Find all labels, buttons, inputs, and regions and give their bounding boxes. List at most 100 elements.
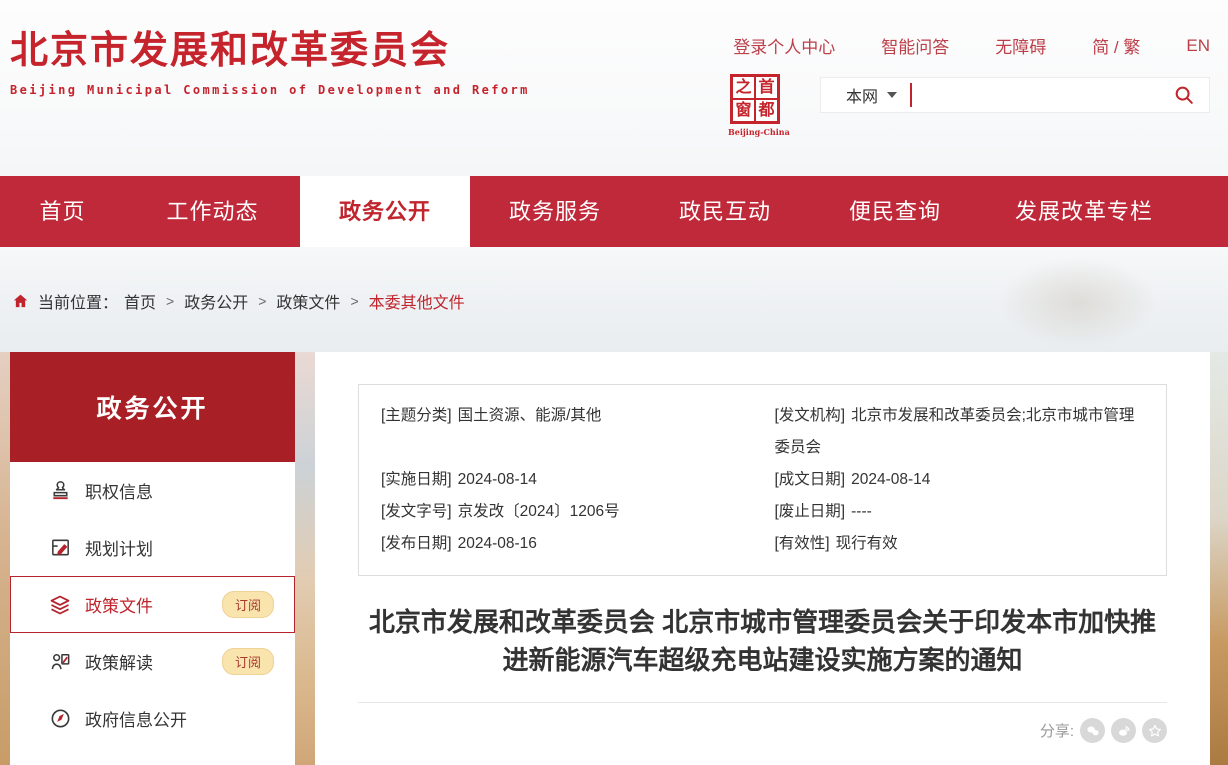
meta-value: 2024-08-16: [458, 535, 537, 552]
accessibility-link[interactable]: 无障碍: [995, 33, 1046, 58]
share-wechat-button[interactable]: [1080, 718, 1105, 743]
seal-char: 之: [732, 76, 755, 99]
meta-row: [发文机构]北京市发展和改革委员会;北京市城市管理委员会: [775, 400, 1145, 464]
search-input[interactable]: [912, 80, 1173, 110]
breadcrumb-prefix: 当前位置：: [38, 289, 118, 313]
plan-edit-icon: [47, 535, 73, 561]
sidebar-item-policy-interpretation[interactable]: 政策解读 订阅: [10, 633, 295, 690]
search-scope-label: 本网: [846, 83, 878, 107]
meta-label: [主题分类]: [381, 407, 452, 424]
sidebar-item-authority-info[interactable]: 职权信息: [10, 462, 295, 519]
breadcrumb-separator: >: [258, 293, 266, 309]
meta-label: [发文机构]: [775, 407, 846, 424]
background-pagoda-art: [998, 257, 1158, 347]
sidebar-item-label: 政策文件: [85, 592, 153, 617]
login-link[interactable]: 登录个人中心: [733, 33, 835, 58]
main-nav: 首页 工作动态 政务公开 政务服务 政民互动 便民查询 发展改革专栏: [0, 176, 1228, 247]
share-row: 分享:: [315, 718, 1167, 743]
meta-label: [实施日期]: [381, 471, 452, 488]
breadcrumb-policy-files[interactable]: 政策文件: [276, 289, 340, 313]
share-label: 分享:: [1040, 720, 1074, 741]
breadcrumb-separator: >: [350, 293, 358, 309]
nav-item-gov-disclosure[interactable]: 政务公开: [300, 176, 470, 247]
breadcrumb-separator: >: [166, 293, 174, 309]
title-divider: [358, 702, 1167, 703]
sidebar-item-label: 规划计划: [85, 535, 153, 560]
home-icon: [12, 293, 29, 309]
meta-value: 2024-08-14: [458, 471, 537, 488]
meta-label: [有效性]: [775, 535, 830, 552]
utility-links: 登录个人中心 智能问答 无障碍 简 / 繁 EN: [733, 33, 1210, 58]
meta-label: [发文字号]: [381, 503, 452, 520]
meta-value: 现行有效: [836, 535, 898, 552]
subscribe-badge[interactable]: 订阅: [222, 591, 274, 618]
article-title: 北京市发展和改革委员会 北京市城市管理委员会关于印发本市加快推进新能源汽车超级充…: [360, 603, 1165, 679]
background-art-right: [1210, 352, 1228, 765]
sidebar-item-planning[interactable]: 规划计划: [10, 519, 295, 576]
share-weibo-button[interactable]: [1111, 718, 1136, 743]
site-header: 北京市发展和改革委员会 Beijing Municipal Commission…: [0, 0, 1228, 176]
search-bar: 本网: [820, 77, 1210, 113]
seal-grid: 之 首 窗 都: [730, 74, 780, 124]
seal-char: 都: [755, 99, 778, 122]
sidebar-item-label: 政府信息公开: [85, 706, 187, 731]
content-area: 政务公开 职权信息: [0, 352, 1228, 765]
seal-char: 首: [755, 76, 778, 99]
meta-value: 京发改〔2024〕1206号: [458, 503, 620, 520]
share-favorite-button[interactable]: [1142, 718, 1167, 743]
document-meta-box: [主题分类]国土资源、能源/其他 [实施日期] 2024-08-14 [发文字号]…: [358, 384, 1167, 576]
sidebar-item-policy-files[interactable]: 政策文件 订阅: [10, 576, 295, 633]
nav-item-home[interactable]: 首页: [0, 176, 125, 247]
seal-caption: Beijing-China: [728, 127, 782, 137]
site-title: 北京市发展和改革委员会: [10, 28, 530, 74]
breadcrumb-gov-disclosure[interactable]: 政务公开: [184, 289, 248, 313]
article-panel: [主题分类]国土资源、能源/其他 [实施日期] 2024-08-14 [发文字号]…: [315, 352, 1210, 765]
site-subtitle: Beijing Municipal Commission of Developm…: [10, 83, 530, 97]
simplified-traditional-toggle[interactable]: 简 / 繁: [1092, 33, 1140, 58]
nav-item-public-interaction[interactable]: 政民互动: [640, 176, 810, 247]
page: 北京市发展和改革委员会 Beijing Municipal Commission…: [0, 0, 1228, 765]
meta-value: ----: [851, 503, 872, 520]
nav-item-convenient-query[interactable]: 便民查询: [810, 176, 980, 247]
sidebar-item-gov-info-disclosure[interactable]: 政府信息公开: [10, 690, 295, 747]
meta-row: [主题分类]国土资源、能源/其他: [381, 400, 751, 464]
smart-qa-link[interactable]: 智能问答: [881, 33, 949, 58]
meta-column-right: [发文机构]北京市发展和改革委员会;北京市城市管理委员会 [成文日期] 2024-…: [763, 400, 1157, 560]
compass-icon: [47, 706, 73, 732]
beijing-china-seal-logo[interactable]: 之 首 窗 都 Beijing-China: [728, 74, 782, 137]
english-link[interactable]: EN: [1186, 36, 1210, 56]
interpretation-icon: [47, 649, 73, 675]
meta-value: 2024-08-14: [851, 471, 930, 488]
search-icon: [1173, 84, 1195, 106]
nav-item-work-news[interactable]: 工作动态: [125, 176, 300, 247]
stamp-icon: [47, 478, 73, 504]
breadcrumb-current[interactable]: 本委其他文件: [369, 289, 465, 313]
meta-row: [废止日期] ----: [775, 496, 1145, 528]
meta-label: [发布日期]: [381, 535, 452, 552]
meta-row: [发文字号] 京发改〔2024〕1206号: [381, 496, 751, 528]
meta-row: [发布日期] 2024-08-16: [381, 528, 751, 560]
chevron-down-icon: [887, 92, 897, 98]
search-button[interactable]: [1173, 84, 1195, 106]
sidebar: 政务公开 职权信息: [10, 352, 295, 765]
site-logo[interactable]: 北京市发展和改革委员会 Beijing Municipal Commission…: [10, 28, 530, 97]
search-scope-dropdown[interactable]: 本网: [846, 83, 897, 107]
wechat-icon: [1085, 723, 1101, 739]
breadcrumb-strip: 当前位置： 首页 > 政务公开 > 政策文件 > 本委其他文件: [0, 247, 1228, 352]
meta-label: [成文日期]: [775, 471, 846, 488]
weibo-icon: [1116, 723, 1132, 739]
subscribe-badge[interactable]: 订阅: [222, 648, 274, 675]
meta-label: [废止日期]: [775, 503, 846, 520]
breadcrumb: 当前位置： 首页 > 政务公开 > 政策文件 > 本委其他文件: [12, 289, 465, 313]
meta-row: [实施日期] 2024-08-14: [381, 464, 751, 496]
nav-item-reform-special[interactable]: 发展改革专栏: [980, 176, 1188, 247]
sidebar-title[interactable]: 政务公开: [10, 352, 295, 462]
breadcrumb-home[interactable]: 首页: [124, 289, 156, 313]
star-icon: [1147, 723, 1163, 739]
sidebar-item-partial[interactable]: [10, 747, 295, 765]
meta-column-left: [主题分类]国土资源、能源/其他 [实施日期] 2024-08-14 [发文字号]…: [369, 400, 763, 560]
meta-row: [成文日期] 2024-08-14: [775, 464, 1145, 496]
layers-icon: [47, 592, 73, 618]
sidebar-item-label: 政策解读: [85, 649, 153, 674]
nav-item-gov-services[interactable]: 政务服务: [470, 176, 640, 247]
